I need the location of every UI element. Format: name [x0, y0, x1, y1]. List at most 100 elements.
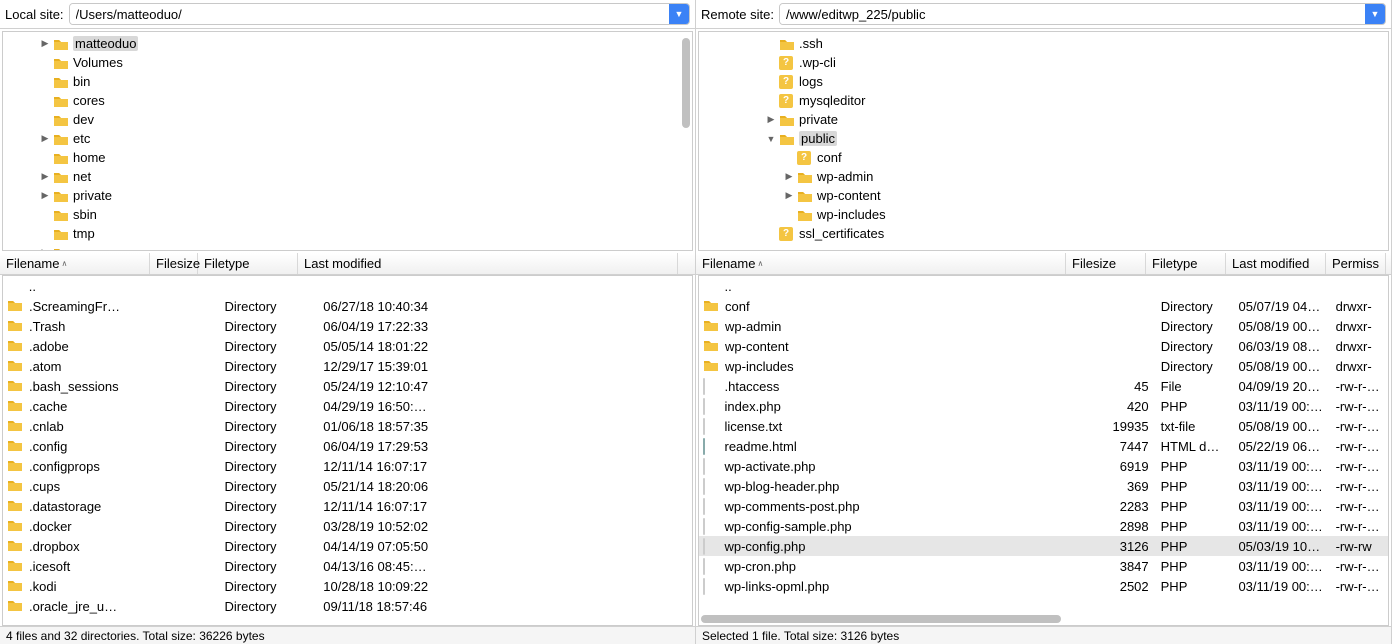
tree-item[interactable]: home — [3, 148, 692, 167]
list-row[interactable]: .ScreamingFr…Directory06/27/18 10:40:34 — [3, 296, 692, 316]
tree-item[interactable]: ▶net — [3, 167, 692, 186]
cell-mod: 12/11/14 16:07:17 — [317, 499, 692, 514]
tree-item[interactable]: ▼public — [699, 129, 1388, 148]
col-filesize[interactable]: Filesize — [1066, 253, 1146, 274]
tree-item[interactable]: ?conf — [699, 148, 1388, 167]
tree-item[interactable]: ?ssl_certificates — [699, 224, 1388, 243]
tree-item[interactable]: .ssh — [699, 34, 1388, 53]
local-tree[interactable]: ▶matteoduoVolumesbin cores dev▶etchome▶net… — [2, 31, 693, 251]
tree-item[interactable]: dev — [3, 110, 692, 129]
remote-path-combo[interactable]: ▼ — [779, 3, 1386, 25]
list-row[interactable]: .icesoftDirectory04/13/16 08:45:… — [3, 556, 692, 576]
tree-item[interactable]: ?.wp-cli — [699, 53, 1388, 72]
list-row[interactable]: wp-config-sample.php2898PHP03/11/19 00:…… — [699, 516, 1388, 536]
list-row[interactable]: wp-blog-header.php369PHP03/11/19 00:…-rw… — [699, 476, 1388, 496]
col-filename[interactable]: Filename∧ — [696, 253, 1066, 274]
list-row[interactable]: .configDirectory06/04/19 17:29:53 — [3, 436, 692, 456]
col-filetype[interactable]: Filetype — [198, 253, 298, 274]
local-path-combo[interactable]: ▼ — [69, 3, 690, 25]
local-file-list[interactable]: ...ScreamingFr…Directory06/27/18 10:40:3… — [2, 275, 693, 626]
tree-item[interactable]: wp-includes — [699, 205, 1388, 224]
remote-file-list[interactable]: ..confDirectory05/07/19 04:…drwxr-wp-adm… — [698, 275, 1389, 626]
list-row[interactable]: confDirectory05/07/19 04:…drwxr- — [699, 296, 1388, 316]
list-row[interactable]: .bash_sessionsDirectory05/24/19 12:10:47 — [3, 376, 692, 396]
list-row[interactable]: wp-links-opml.php2502PHP03/11/19 00:…-rw… — [699, 576, 1388, 596]
cell-type: PHP — [1155, 559, 1233, 574]
tree-item-label: private — [73, 188, 112, 203]
tree-item[interactable]: tmp — [3, 224, 692, 243]
col-permissions[interactable]: Permiss — [1326, 253, 1386, 274]
tree-item[interactable]: ▶matteoduo — [3, 34, 692, 53]
tree-item[interactable]: cores — [3, 91, 692, 110]
list-row[interactable]: wp-comments-post.php2283PHP03/11/19 00:…… — [699, 496, 1388, 516]
tree-item[interactable]: Volumes — [3, 53, 692, 72]
col-filetype[interactable]: Filetype — [1146, 253, 1226, 274]
chevron-down-icon[interactable]: ▼ — [669, 4, 689, 24]
list-row[interactable]: .oracle_jre_u…Directory09/11/18 18:57:46 — [3, 596, 692, 616]
tree-item[interactable]: ▶private — [699, 110, 1388, 129]
tree-item[interactable]: ▶wp-admin — [699, 167, 1388, 186]
remote-pane: Remote site: ▼ .ssh?.wp-cli?logs?mysqled… — [696, 0, 1392, 644]
remote-tree[interactable]: .ssh?.wp-cli?logs?mysqleditor▶private▼pu… — [698, 31, 1389, 251]
cell-size: 3126 — [1077, 539, 1155, 554]
disclose-icon[interactable]: ▶ — [783, 190, 795, 201]
disclose-icon[interactable]: ▶ — [39, 190, 51, 201]
unknown-folder-icon: ? — [797, 151, 813, 165]
tree-item-label: cores — [73, 93, 105, 108]
list-row[interactable]: license.txt19935txt-file05/08/19 00:…-rw… — [699, 416, 1388, 436]
list-row[interactable]: wp-cron.php3847PHP03/11/19 00:…-rw-r-… — [699, 556, 1388, 576]
disclose-icon[interactable]: ▶ — [783, 171, 795, 182]
list-row[interactable]: .dropboxDirectory04/14/19 07:05:50 — [3, 536, 692, 556]
list-row[interactable]: .atomDirectory12/29/17 15:39:01 — [3, 356, 692, 376]
remote-path-input[interactable] — [780, 4, 1365, 24]
list-row[interactable]: index.php420PHP03/11/19 00:…-rw-r-… — [699, 396, 1388, 416]
disclose-icon[interactable]: ▶ — [39, 171, 51, 182]
list-row[interactable]: .htaccess45File04/09/19 20:…-rw-r-… — [699, 376, 1388, 396]
tree-item-label: wp-includes — [817, 207, 886, 222]
scrollbar-thumb[interactable] — [682, 38, 690, 128]
list-row[interactable]: .. — [3, 276, 692, 296]
col-filename[interactable]: Filename∧ — [0, 253, 150, 274]
list-row[interactable]: wp-config.php3126PHP05/03/19 10:…-rw-rw — [699, 536, 1388, 556]
tree-item[interactable]: ?mysqleditor — [699, 91, 1388, 110]
disclose-icon[interactable]: ▶ — [39, 133, 51, 144]
file-icon — [703, 519, 705, 534]
list-row[interactable]: .cupsDirectory05/21/14 18:20:06 — [3, 476, 692, 496]
disclose-icon[interactable]: ▶ — [765, 114, 777, 125]
tree-item[interactable]: bin — [3, 72, 692, 91]
list-row[interactable]: .adobeDirectory05/05/14 18:01:22 — [3, 336, 692, 356]
list-row[interactable]: wp-activate.php6919PHP03/11/19 00:…-rw-r… — [699, 456, 1388, 476]
tree-item[interactable]: sbin — [3, 205, 692, 224]
list-row[interactable]: .configpropsDirectory12/11/14 16:07:17 — [3, 456, 692, 476]
col-modified[interactable]: Last modified — [1226, 253, 1326, 274]
scrollbar-thumb[interactable] — [701, 615, 1061, 623]
col-filesize[interactable]: Filesize — [150, 253, 198, 274]
list-row[interactable]: readme.html7447HTML do…05/22/19 06:…-rw-… — [699, 436, 1388, 456]
tree-item[interactable]: ?logs — [699, 72, 1388, 91]
sort-asc-icon: ∧ — [757, 259, 763, 268]
tree-item[interactable]: ▶usr — [3, 243, 692, 251]
tree-item[interactable]: ▶wp-content — [699, 186, 1388, 205]
local-path-input[interactable] — [70, 4, 669, 24]
list-row[interactable]: .dockerDirectory03/28/19 10:52:02 — [3, 516, 692, 536]
disclose-icon[interactable]: ▶ — [39, 38, 51, 49]
list-row[interactable]: wp-contentDirectory06/03/19 08:…drwxr- — [699, 336, 1388, 356]
list-row[interactable]: .cnlabDirectory01/06/18 18:57:35 — [3, 416, 692, 436]
list-row[interactable]: .cacheDirectory04/29/19 16:50:… — [3, 396, 692, 416]
disclose-icon[interactable]: ▶ — [39, 247, 51, 251]
tree-item[interactable]: ▶ private — [3, 186, 692, 205]
list-row[interactable]: .. — [699, 276, 1388, 296]
list-row[interactable]: .datastorageDirectory12/11/14 16:07:17 — [3, 496, 692, 516]
list-row[interactable]: wp-adminDirectory05/08/19 00:…drwxr- — [699, 316, 1388, 336]
col-modified[interactable]: Last modified — [298, 253, 678, 274]
list-row[interactable]: .kodiDirectory10/28/18 10:09:22 — [3, 576, 692, 596]
folder-icon — [53, 94, 69, 108]
disclose-icon[interactable]: ▼ — [765, 134, 777, 144]
list-row[interactable]: .TrashDirectory06/04/19 17:22:33 — [3, 316, 692, 336]
h-scrollbar[interactable] — [701, 615, 1386, 623]
cell-fname: .htaccess — [718, 379, 1076, 394]
cell-fname: wp-content — [719, 339, 1077, 354]
chevron-down-icon[interactable]: ▼ — [1365, 4, 1385, 24]
tree-item[interactable]: ▶etc — [3, 129, 692, 148]
list-row[interactable]: wp-includesDirectory05/08/19 00:…drwxr- — [699, 356, 1388, 376]
